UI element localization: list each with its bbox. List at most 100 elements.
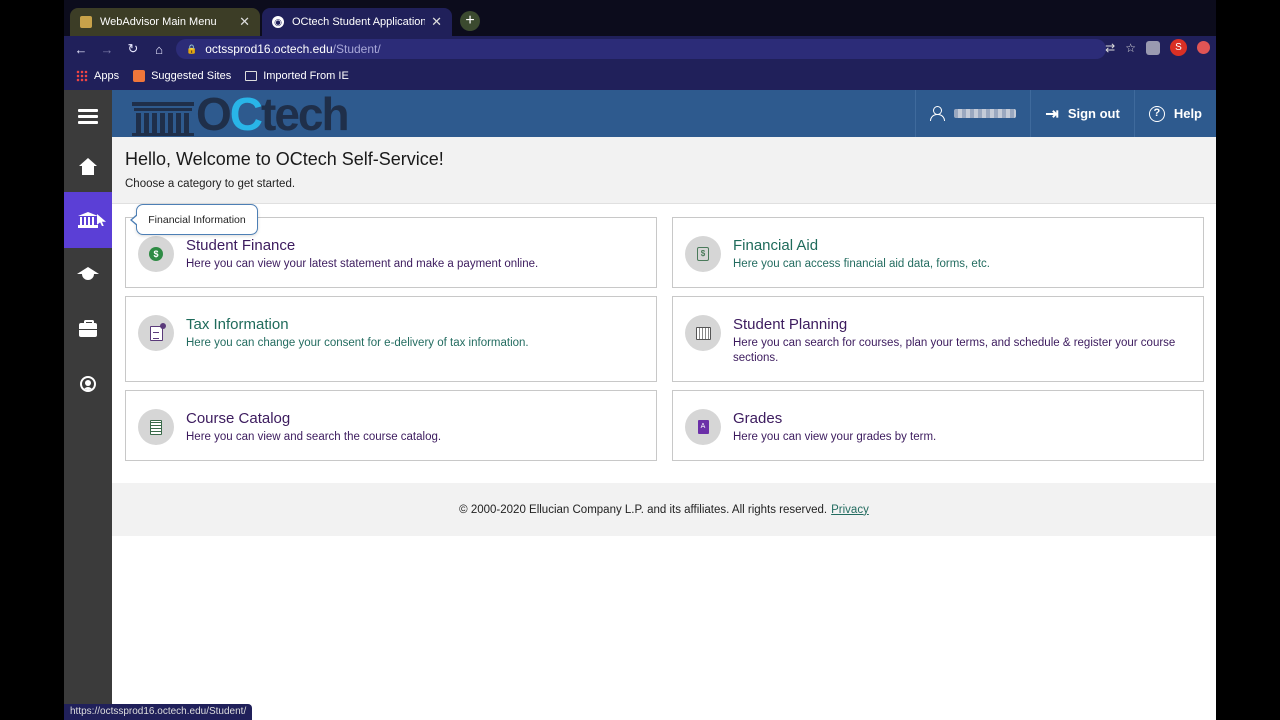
bookmark-suggested-sites[interactable]: Suggested Sites	[133, 70, 231, 82]
bookmark-star-icon[interactable]: ☆	[1125, 41, 1136, 55]
sidenav-item-financial-information[interactable]	[64, 192, 112, 248]
url-host: octssprod16.octech.edu	[205, 42, 333, 56]
card-icon-circle	[685, 315, 721, 351]
forward-icon[interactable]: →	[94, 42, 120, 57]
tab-strip: WebAdvisor Main Menu ✕ ◉ OCtech Student …	[64, 0, 1216, 36]
octech-logo[interactable]: OCtech	[132, 88, 350, 140]
sign-out-label: Sign out	[1067, 106, 1120, 121]
page-footer: © 2000-2020 Ellucian Company L.P. and it…	[112, 483, 1216, 536]
extension-pin-icon[interactable]	[1197, 41, 1210, 54]
welcome-banner: Hello, Welcome to OCtech Self-Service! C…	[112, 137, 1216, 204]
tab-webadvisor[interactable]: WebAdvisor Main Menu ✕	[70, 8, 260, 36]
sidenav-item-academics[interactable]	[64, 248, 112, 300]
suggested-sites-icon	[133, 70, 146, 82]
bookmark-imported-from-ie[interactable]: Imported From IE	[245, 70, 349, 82]
page-title: Hello, Welcome to OCtech Self-Service!	[125, 149, 444, 169]
url-path: /Student/	[332, 42, 381, 56]
side-navigation	[64, 90, 112, 720]
tab-octech-student-application[interactable]: ◉ OCtech Student Application ✕	[262, 8, 452, 36]
logo-wordmark: OCtech	[196, 88, 350, 140]
card-icon-circle: A	[685, 409, 721, 445]
bookmarks-bar: Apps Suggested Sites Imported From IE	[64, 62, 1216, 90]
sidenav-item-home[interactable]	[64, 140, 112, 192]
financial-aid-icon: $	[697, 247, 709, 261]
card-title: Financial Aid	[733, 237, 819, 254]
card-description: Here you can view your latest statement …	[186, 258, 539, 270]
bookmark-label: Suggested Sites	[151, 70, 232, 82]
card-description: Here you can search for courses, plan yo…	[733, 337, 1176, 364]
briefcase-icon	[79, 320, 97, 337]
card-icon-circle: $	[138, 236, 174, 272]
bookmark-label: Apps	[94, 70, 120, 82]
browser-window: WebAdvisor Main Menu ✕ ◉ OCtech Student …	[64, 0, 1216, 720]
apps-icon	[76, 70, 88, 82]
card-icon-circle	[138, 409, 174, 445]
card-tax-information[interactable]: Tax Information Here you can change your…	[125, 296, 657, 382]
calendar-plan-icon	[695, 326, 711, 340]
help-label: Help	[1173, 106, 1202, 121]
bookmark-apps[interactable]: Apps	[76, 70, 119, 82]
mouse-cursor-icon	[97, 214, 106, 226]
user-icon	[930, 106, 946, 121]
sign-out-icon: ⇥	[1045, 105, 1059, 123]
header-actions: ⇥ Sign out ? Help	[915, 90, 1216, 137]
octech-favicon-icon: ◉	[272, 16, 284, 28]
card-title: Student Finance	[186, 237, 296, 254]
browser-status-url: https://octssprod16.octech.edu/Student/	[64, 704, 253, 720]
webadvisor-favicon-icon	[80, 16, 92, 28]
sidenav-tooltip: Financial Information	[130, 204, 258, 235]
grades-icon: A	[697, 420, 709, 434]
profile-avatar[interactable]: S	[1170, 39, 1187, 56]
graduation-cap-icon	[77, 267, 99, 281]
sidenav-item-employment[interactable]	[64, 304, 112, 356]
browser-toolbar: ← → ↻ ⌂ 🔒 octssprod16.octech.edu/Student…	[64, 36, 1216, 62]
toolbar-right: ⇄ ☆ S	[1105, 39, 1210, 56]
lock-icon: 🔒	[186, 43, 198, 54]
address-bar[interactable]: 🔒 octssprod16.octech.edu/Student/	[176, 39, 1106, 59]
tax-document-icon	[149, 322, 166, 341]
extension-icon[interactable]	[1146, 40, 1160, 55]
card-grades[interactable]: A Grades Here you can view your grades b…	[672, 390, 1204, 461]
help-icon: ?	[1148, 105, 1165, 122]
tab-title: OCtech Student Application	[292, 16, 426, 28]
privacy-link[interactable]: Privacy	[831, 504, 869, 516]
home-browser-icon[interactable]: ⌂	[146, 42, 172, 57]
card-title: Grades	[733, 410, 783, 427]
catalog-icon	[150, 419, 162, 435]
reload-icon[interactable]: ↻	[120, 41, 146, 57]
card-description: Here you can change your consent for e-d…	[186, 337, 529, 349]
tab-close-icon[interactable]: ✕	[431, 14, 442, 30]
card-title: Tax Information	[186, 316, 289, 333]
card-student-planning[interactable]: Student Planning Here you can search for…	[672, 296, 1204, 382]
folder-icon	[245, 71, 258, 81]
card-financial-aid[interactable]: $ Financial Aid Here you can access fina…	[672, 217, 1204, 288]
tab-close-icon[interactable]: ✕	[239, 14, 250, 30]
page-subtitle: Choose a category to get started.	[125, 178, 296, 190]
app-header: OCtech ⇥ Sign out ? Help	[112, 90, 1216, 137]
bank-icon	[78, 212, 98, 228]
sign-out-button[interactable]: ⇥ Sign out	[1030, 90, 1133, 137]
new-tab-button[interactable]: +	[460, 11, 480, 31]
card-description: Here you can access financial aid data, …	[733, 258, 990, 270]
translate-icon[interactable]: ⇄	[1105, 41, 1115, 55]
hamburger-menu-button[interactable]	[64, 90, 112, 142]
card-description: Here you can view your grades by term.	[733, 431, 937, 443]
help-button[interactable]: ? Help	[1133, 90, 1216, 137]
card-title: Student Planning	[733, 316, 848, 333]
user-menu-button[interactable]	[915, 90, 1030, 137]
card-icon-circle: $	[685, 236, 721, 272]
card-course-catalog[interactable]: Course Catalog Here you can view and sea…	[125, 390, 657, 461]
back-icon[interactable]: ←	[68, 42, 94, 57]
bookmark-label: Imported From IE	[263, 70, 349, 82]
copyright-text: © 2000-2020 Ellucian Company L.P. and it…	[459, 503, 828, 516]
money-icon: $	[149, 247, 163, 261]
menu-icon	[78, 108, 98, 124]
home-icon	[79, 157, 97, 175]
person-icon	[80, 376, 96, 392]
card-icon-circle	[138, 315, 174, 351]
sidenav-item-user-profile[interactable]	[64, 358, 112, 410]
card-description: Here you can view and search the course …	[186, 431, 442, 443]
tab-title: WebAdvisor Main Menu	[100, 16, 217, 28]
building-logo-icon	[132, 98, 194, 136]
card-title: Course Catalog	[186, 410, 291, 427]
